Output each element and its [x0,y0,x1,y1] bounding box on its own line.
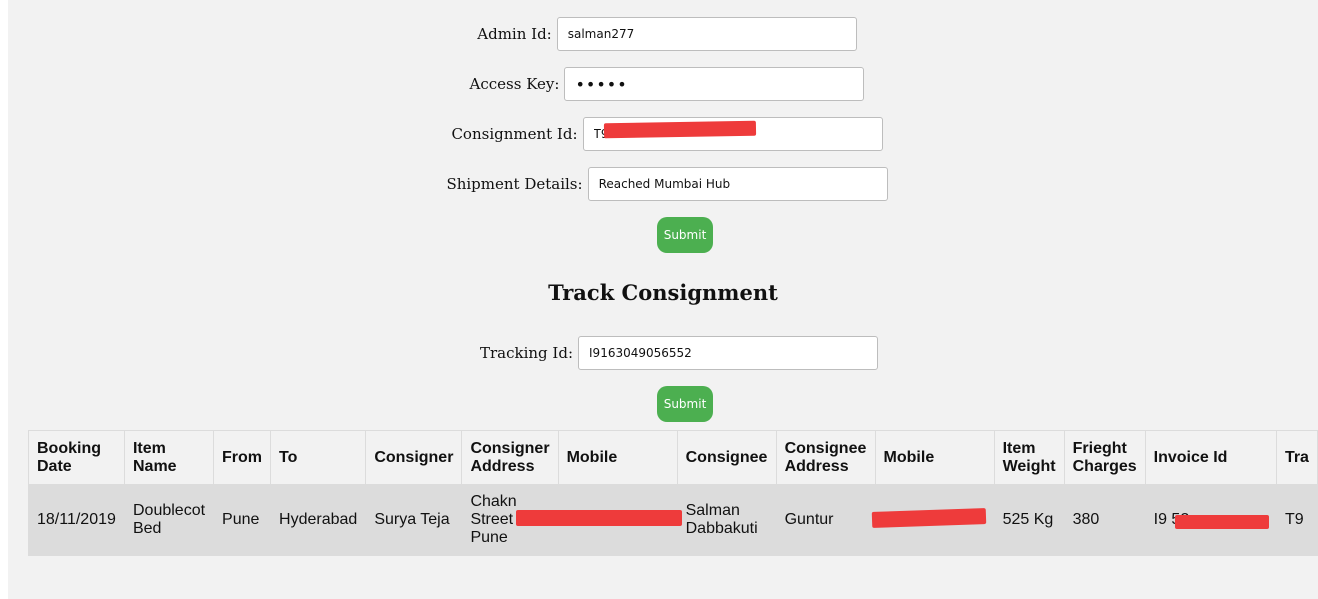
header-to: To [270,430,367,485]
cell-consigner: Surya Teja [365,484,463,556]
redaction-consigner-mobile [516,510,682,526]
access-key-label: Access Key: [469,75,560,93]
tracking-id-label: Tracking Id: [479,344,574,362]
admin-submit-button[interactable]: Submit [657,217,713,253]
admin-id-row: Admin Id: [8,17,1318,51]
header-consignee-mobile: Mobile [874,430,995,485]
header-consigner: Consigner [365,430,463,485]
header-booking-date: Booking Date [28,430,125,485]
cell-item-name: Doublecot Bed [123,484,215,556]
track-consignment-heading: Track Consignment [548,280,778,305]
cell-booking-date: 18/11/2019 [28,484,125,556]
header-frieght-charges: Frieght Charges [1063,430,1146,485]
access-key-row: Access Key: [8,67,1318,101]
tracking-id-input[interactable] [578,336,879,370]
shipment-details-input[interactable] [587,167,888,201]
header-consigner-address: Consigner Address [461,430,559,485]
header-consignee: Consignee [676,430,777,485]
header-consigner-mobile: Mobile [557,430,678,485]
consignment-id-label: Consignment Id: [451,125,578,143]
admin-id-input[interactable] [556,17,857,51]
header-item-weight: Item Weight [993,430,1065,485]
track-submit-row: Submit [8,386,1318,422]
redaction-consignment-id [603,120,757,139]
cell-item-weight: 525 Kg [993,484,1065,556]
header-consignee-address: Consignee Address [775,430,876,485]
tracking-id-row: Tracking Id: [8,336,1318,370]
header-tracking-id: Tra [1275,430,1318,485]
cell-from: Pune [213,484,272,556]
redaction-invoice-id [1175,515,1269,529]
header-item-name: Item Name [123,430,215,485]
header-from: From [213,430,272,485]
table-header-row: Booking Date Item Name From To Consigner… [28,430,1318,485]
cell-consignee-address: Guntur [775,484,876,556]
cell-to: Hyderabad [270,484,367,556]
admin-id-label: Admin Id: [477,25,552,43]
consignment-table: Booking Date Item Name From To Consigner… [28,430,1318,556]
page: Admin Id: Access Key: Consignment Id: Sh… [8,0,1318,599]
shipment-details-row: Shipment Details: [8,167,1318,201]
access-key-input[interactable] [564,67,865,101]
admin-submit-row: Submit [8,217,1318,253]
cell-tracking-id: T9 [1275,484,1318,556]
cell-frieght-charges: 380 [1063,484,1146,556]
cell-consignee: Salman Dabbakuti [676,484,777,556]
header-invoice-id: Invoice Id [1144,430,1277,485]
track-submit-button[interactable]: Submit [657,386,713,422]
shipment-details-label: Shipment Details: [446,175,583,193]
